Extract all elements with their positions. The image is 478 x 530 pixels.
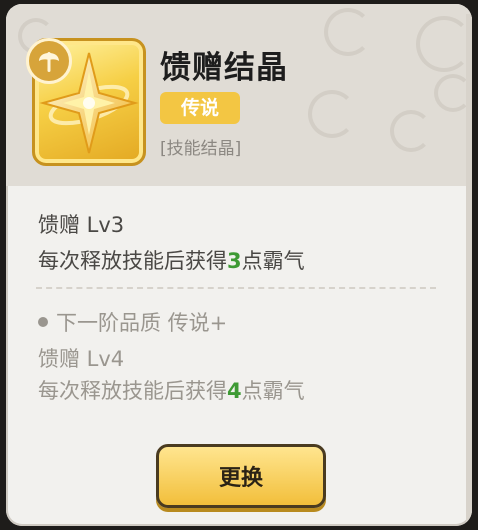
swirl-decoration-icon <box>390 110 432 152</box>
current-effect-line: 每次释放技能后获得3点霸气 <box>38 245 305 275</box>
current-effect-suffix: 点霸气 <box>241 249 305 273</box>
item-detail-card: 馈赠结晶 传说 [技能结晶] 馈赠 Lv3 每次释放技能后获得3点霸气 下一阶品… <box>6 4 472 526</box>
replace-button[interactable]: 更换 <box>156 444 326 508</box>
next-effect-suffix: 点霸气 <box>241 379 305 403</box>
next-level-line: 馈赠 Lv4 <box>38 347 125 371</box>
item-type-label: [技能结晶] <box>160 139 242 159</box>
axe-emblem-icon <box>26 38 72 84</box>
next-quality-text: 下一阶品质 传说+ <box>56 311 228 335</box>
next-quality-line: 下一阶品质 传说+ <box>38 307 227 337</box>
current-effect-value: 3 <box>227 249 242 273</box>
current-level-line: 馈赠 Lv3 <box>38 213 125 237</box>
replace-button-label: 更换 <box>218 466 263 491</box>
next-effect-value: 4 <box>227 379 242 403</box>
swirl-decoration-icon <box>308 90 356 138</box>
next-effect-prefix: 每次释放技能后获得 <box>38 379 227 403</box>
swirl-decoration-icon <box>324 8 372 56</box>
next-effect-line: 每次释放技能后获得4点霸气 <box>38 375 305 405</box>
scrollbar[interactable] <box>466 14 472 524</box>
current-effect-prefix: 每次释放技能后获得 <box>38 249 227 273</box>
swirl-decoration-icon <box>416 16 472 72</box>
card-header: 馈赠结晶 传说 [技能结晶] <box>6 4 472 186</box>
bullet-dot-icon <box>38 317 48 327</box>
section-divider <box>36 287 436 289</box>
item-title: 馈赠结晶 <box>160 50 288 86</box>
rarity-badge: 传说 <box>160 92 240 124</box>
